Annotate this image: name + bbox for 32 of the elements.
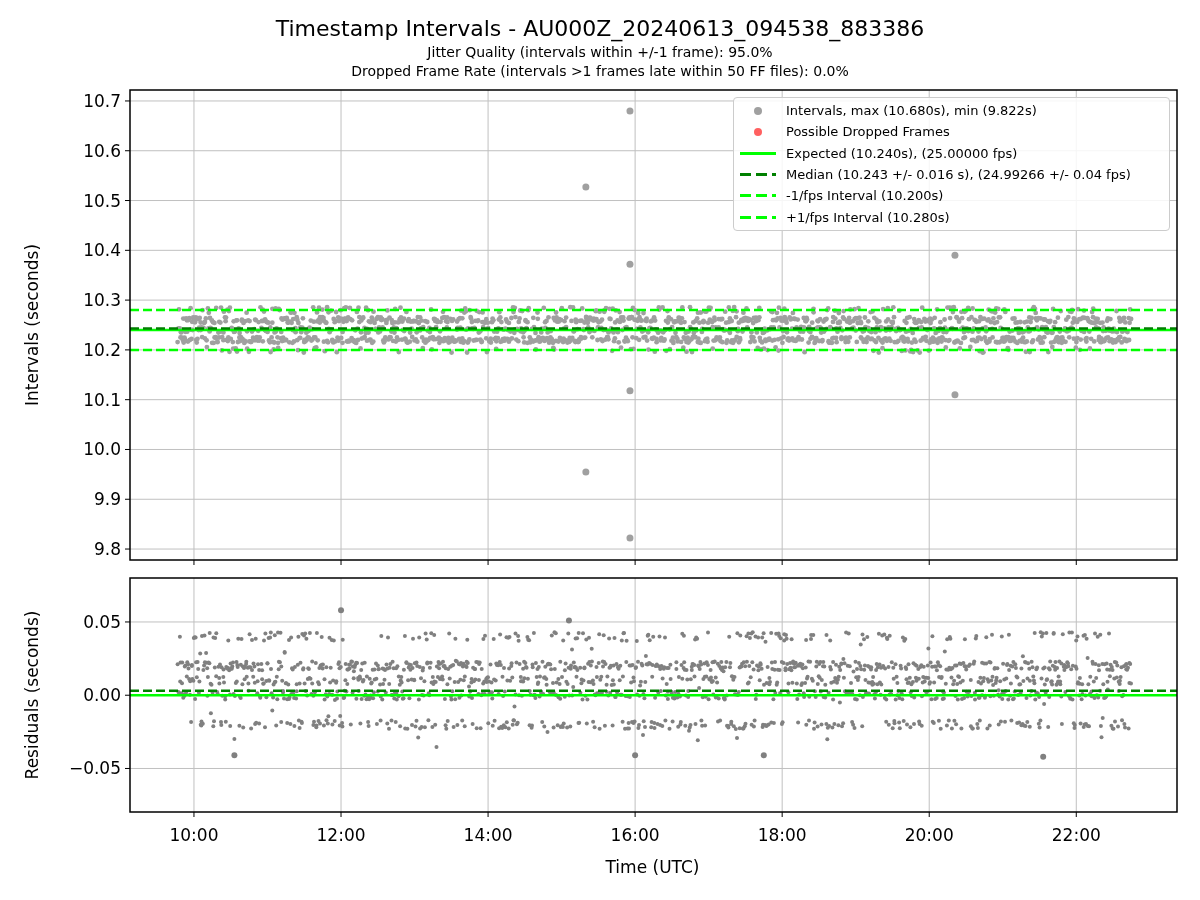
y-tick-label: 0.05 [83,611,121,632]
y-tick-label: 10.0 [83,439,121,460]
y-tick-label: 10.7 [83,90,121,111]
y-tick-label: −0.05 [68,758,121,779]
x-tick-label: 10:00 [169,825,219,845]
y-axis-title: Residuals (seconds) [22,610,42,780]
y-tick-label: 10.1 [83,389,121,410]
y-tick-label: 9.8 [93,539,121,560]
y-tick-label: 10.4 [83,240,121,261]
y-tick-label: 10.5 [83,190,121,211]
y-tick-label: 9.9 [93,489,121,510]
legend-label: Intervals, max (10.680s), min (9.822s) [786,103,1037,119]
chart-subtitle: Jitter Quality (intervals within +/-1 frame): 95.0% [427,43,773,62]
x-tick-label: 18:00 [757,825,807,845]
legend-label: -1/fps Interval (10.200s) [786,188,944,204]
x-tick-label: 16:00 [610,825,660,845]
x-tick-label: 12:00 [316,825,366,845]
y-tick-label: 0.00 [83,685,121,706]
legend-label: Expected (10.240s), (25.00000 fps) [786,145,1018,161]
x-axis-title: Time (UTC) [605,857,700,877]
legend-label: Median (10.243 +/- 0.016 s), (24.99266 +/- 0.04 fps) [786,167,1131,183]
y-tick-label: 10.2 [83,339,121,360]
legend-label: +1/fps Interval (10.280s) [786,209,950,225]
legend-label: Possible Dropped Frames [786,124,950,140]
y-axis-title: Intervals (seconds) [22,243,42,407]
y-tick-label: 10.6 [83,140,121,161]
x-tick-label: 22:00 [1051,825,1101,845]
x-tick-label: 14:00 [463,825,513,845]
y-tick-label: 10.3 [83,290,121,311]
chart-title: Timestamp Intervals - AU000Z_20240613_094538_883386 [275,15,925,43]
chart-subtitle: Dropped Frame Rate (intervals >1 frames late within 50 FF files): 0.0% [351,62,849,81]
x-tick-label: 20:00 [904,825,954,845]
